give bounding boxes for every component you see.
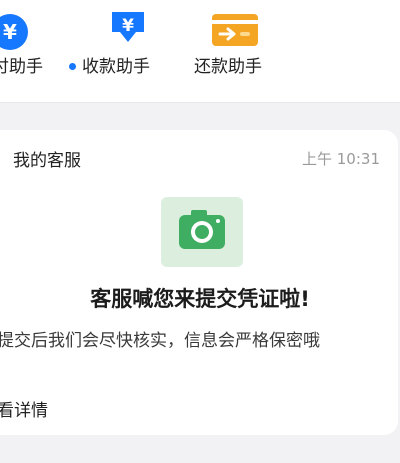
yuan-down-arrow-icon: ¥ [112, 12, 144, 42]
card-repay-icon [212, 14, 258, 46]
quick-actions-bar: ¥ 付助手 ¥ 收款助手 还款助手 [0, 0, 400, 103]
receive-assistant-shortcut[interactable]: ¥ 收款助手 [66, 0, 176, 100]
shortcut-label: 还款助手 [194, 57, 262, 77]
message-time: 上午 10:31 [302, 150, 380, 168]
camera-tile [161, 197, 243, 267]
sender-name: 我的客服 [13, 151, 81, 171]
unread-dot [69, 63, 76, 70]
message-headline: 客服喊您来提交凭证啦! [90, 287, 310, 311]
view-details-link[interactable]: 看详情 [0, 396, 48, 421]
camera-icon [179, 210, 225, 249]
message-body: 提交后我们会尽快核实，信息会严格保密哦 [0, 331, 320, 351]
yuan-circle-icon: ¥ [0, 14, 28, 50]
payment-assistant-shortcut[interactable]: ¥ 付助手 [0, 0, 70, 100]
shortcut-label: 付助手 [0, 57, 43, 77]
svg-text:¥: ¥ [122, 16, 134, 36]
repayment-assistant-shortcut[interactable]: 还款助手 [190, 0, 280, 100]
svg-text:¥: ¥ [3, 20, 17, 44]
shortcut-label: 收款助手 [82, 57, 150, 77]
